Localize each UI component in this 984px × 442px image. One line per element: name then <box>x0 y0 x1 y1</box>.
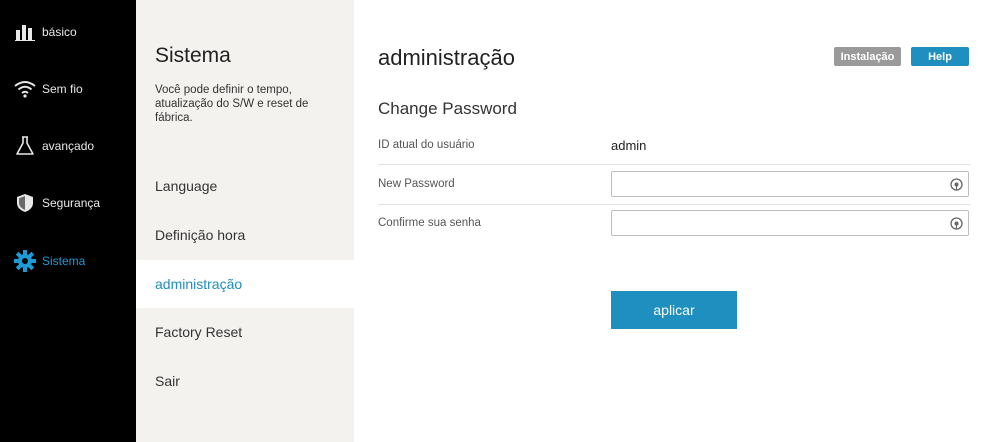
new-password-label: New Password <box>378 178 455 190</box>
page-title: administração <box>378 45 515 70</box>
nav-item-sistema[interactable]: Sistema <box>0 241 136 281</box>
nav-label: avançado <box>42 139 95 153</box>
nav-item-seguranca[interactable]: Segurança <box>0 183 136 223</box>
sub-nav: Sistema Você pode definir o tempo, atual… <box>136 0 354 442</box>
bar-chart-icon <box>14 21 36 43</box>
confirm-password-field <box>611 210 969 236</box>
show-password-icon[interactable] <box>950 178 963 191</box>
install-button[interactable]: Instalação <box>834 47 901 66</box>
flask-icon <box>14 135 36 157</box>
row-divider <box>378 204 970 205</box>
subnav-item-language[interactable]: Language <box>136 162 354 210</box>
user-id-value: admin <box>611 138 647 153</box>
nav-item-avancado[interactable]: avançado <box>0 126 136 166</box>
apply-button[interactable]: aplicar <box>611 291 737 329</box>
user-id-label: ID atual do usuário <box>378 139 475 151</box>
nav-label: básico <box>42 25 77 39</box>
gear-icon <box>14 250 36 272</box>
nav-item-sem-fio[interactable]: Sem fio <box>0 69 136 109</box>
subnav-item-label: Language <box>155 178 218 194</box>
main-nav: básico Sem fio avançado Segurança Sistem… <box>0 0 136 442</box>
new-password-input[interactable] <box>612 172 942 196</box>
nav-label: Segurança <box>42 196 101 210</box>
confirm-password-label: Confirme sua senha <box>378 217 481 229</box>
subnav-item-label: Sair <box>155 373 180 389</box>
subnav-description: Você pode definir o tempo, atualização d… <box>155 84 309 124</box>
subnav-item-definicao-hora[interactable]: Definição hora <box>136 211 354 259</box>
show-password-icon[interactable] <box>950 217 963 230</box>
subnav-title: Sistema <box>155 44 231 67</box>
subnav-item-sair[interactable]: Sair <box>136 357 354 405</box>
shield-icon <box>14 192 36 214</box>
nav-label: Sistema <box>42 254 86 268</box>
confirm-password-input[interactable] <box>612 211 942 235</box>
subnav-item-administracao[interactable]: administração <box>136 260 354 308</box>
section-title: Change Password <box>378 99 517 118</box>
subnav-item-factory-reset[interactable]: Factory Reset <box>136 308 354 356</box>
main-content: administração Instalação Help Change Pas… <box>354 0 984 442</box>
subnav-item-label: Factory Reset <box>155 324 243 340</box>
new-password-field <box>611 171 969 197</box>
help-button[interactable]: Help <box>911 47 969 66</box>
subnav-item-label: Definição hora <box>155 227 246 243</box>
wifi-icon <box>14 78 36 100</box>
row-divider <box>378 164 970 165</box>
nav-item-basico[interactable]: básico <box>0 12 136 52</box>
nav-label: Sem fio <box>42 82 83 96</box>
subnav-item-label: administração <box>155 276 243 292</box>
